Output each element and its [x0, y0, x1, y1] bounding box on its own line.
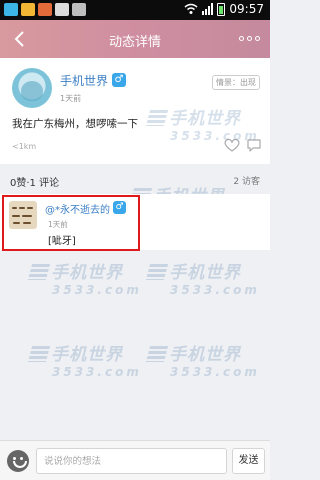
- watermark-logo: 手机世界 3533.com: [27, 340, 142, 379]
- watermark-logo: 手机世界 3533.com: [145, 104, 260, 143]
- highlight-box: [2, 195, 140, 251]
- watermark-logo: 手机世界 3533.com: [145, 340, 260, 379]
- game-notification-icon: [38, 3, 52, 16]
- author-name[interactable]: 手机世界: [60, 72, 108, 89]
- battery-icon: [217, 2, 226, 16]
- post-time: 1天前: [60, 94, 82, 103]
- male-gender-icon: ♂: [112, 73, 126, 87]
- mood-tag: 情景：出现: [212, 75, 260, 90]
- signal-icon: [202, 3, 214, 15]
- wifi-icon: [184, 3, 198, 14]
- comment-input[interactable]: [36, 448, 227, 474]
- chat-notification-icon: [21, 3, 35, 16]
- image-notification-icon: [55, 3, 69, 16]
- page-title: 动态详情: [108, 35, 161, 50]
- author-avatar[interactable]: [12, 68, 52, 108]
- watermark-logo: 手机世界 3533.com: [145, 258, 260, 297]
- more-options-icon[interactable]: [239, 36, 260, 41]
- notification-icons: [4, 3, 86, 16]
- post-content: 我在广东梅州，想啰嗦一下: [12, 118, 138, 130]
- title-bar: 动态详情: [0, 20, 270, 58]
- app-notification-icon: [4, 3, 18, 16]
- watermark-logo: 手机世界 3533.com: [27, 258, 142, 297]
- clock: 09:57: [229, 2, 264, 16]
- download-notification-icon: [72, 3, 86, 16]
- likes-comments-count: 0赞·1 评论: [10, 178, 60, 189]
- emoji-icon[interactable]: [7, 450, 29, 472]
- comment-input-bar: 发送: [0, 440, 270, 480]
- distance-label: <1km: [12, 142, 37, 151]
- send-button[interactable]: 发送: [232, 448, 265, 474]
- status-right: 09:57: [184, 2, 264, 16]
- status-bar: 09:57: [0, 0, 270, 20]
